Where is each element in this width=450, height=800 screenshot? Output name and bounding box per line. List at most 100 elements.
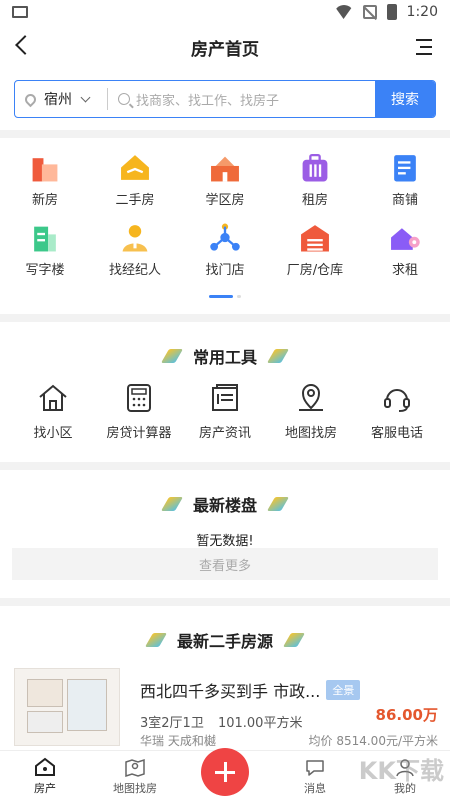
chevron-down-icon — [80, 92, 91, 102]
store-network-icon — [210, 223, 240, 251]
listing-avg-price: 均价 8514.00元/平方米 — [308, 734, 438, 748]
used-listings-card: 最新二手房源 西北四千多买到手 市政... 全景 3室2厅1卫 101.00平方… — [0, 606, 450, 758]
battery-icon — [386, 4, 397, 20]
tools-grid: 找小区 房贷计算器 房产资讯 地图找房 客服电话 — [0, 382, 450, 441]
tool-label: 找小区 — [33, 426, 73, 441]
tool-label: 地图找房 — [284, 426, 337, 441]
category-label: 厂房/仓库 — [286, 263, 344, 278]
watermark: KK下载 — [358, 757, 444, 785]
listing-item[interactable]: 西北四千多买到手 市政... 全景 3室2厅1卫 101.00平方米 86.00… — [14, 668, 444, 758]
category-label: 二手房 — [115, 193, 155, 208]
document-icon — [394, 155, 416, 182]
house-icon — [39, 384, 67, 411]
category-buildings[interactable]: 新房 — [0, 138, 90, 208]
status-bar: 1:20 — [0, 0, 450, 24]
category-agent[interactable]: 找经纪人 — [90, 208, 180, 278]
tools-title: 常用工具 — [192, 348, 257, 367]
brush-decoration-icon — [266, 349, 290, 363]
page-dot — [237, 295, 241, 298]
tool-news[interactable]: 房产资讯 — [182, 382, 268, 441]
search-bar: 宿州 找商家、找工作、找房子 搜索 — [14, 80, 436, 118]
view-more-button[interactable]: 查看更多 — [12, 548, 438, 580]
post-plus-button[interactable] — [201, 748, 249, 796]
map-pin-icon — [299, 384, 323, 411]
category-label: 找门店 — [205, 263, 245, 278]
title-bar: 房产首页 — [0, 24, 450, 70]
agent-icon — [122, 225, 148, 252]
tool-label: 房贷计算器 — [106, 426, 172, 441]
menu-icon[interactable] — [416, 39, 432, 55]
headset-icon — [384, 389, 410, 412]
category-label: 新房 — [31, 193, 58, 208]
city-label: 宿州 — [44, 92, 72, 108]
warehouse-icon — [301, 225, 329, 252]
search-input[interactable]: 找商家、找工作、找房子 — [108, 90, 375, 109]
wifi-icon — [335, 5, 353, 19]
tab-messages[interactable]: 消息 — [270, 751, 360, 800]
panorama-badge: 全景 — [326, 680, 361, 700]
listing-price: 86.00万 — [375, 706, 438, 724]
page-indicator — [0, 295, 450, 298]
new-listings-card: 最新楼盘 暂无数据! 查看更多 — [0, 470, 450, 598]
category-warehouse[interactable]: 厂房/仓库 — [270, 208, 360, 278]
tool-label: 房产资讯 — [198, 426, 251, 441]
search-placeholder: 找商家、找工作、找房子 — [136, 93, 280, 109]
category-house-key[interactable]: 求租 — [360, 208, 450, 278]
tool-headset[interactable]: 客服电话 — [354, 382, 440, 441]
category-label: 商铺 — [391, 193, 418, 208]
category-label: 求租 — [391, 263, 418, 278]
brush-decoration-icon — [266, 497, 290, 511]
buildings-icon — [32, 158, 58, 182]
category-office-building[interactable]: 写字楼 — [0, 208, 90, 278]
home-icon — [35, 757, 55, 776]
location-pin-icon — [22, 91, 39, 107]
search-icon — [118, 93, 130, 105]
page-dot-active — [209, 295, 233, 298]
office-building-icon — [34, 226, 56, 252]
listing-area: 101.00平方米 — [217, 716, 303, 731]
category-label: 租房 — [301, 193, 328, 208]
tab-home[interactable]: 房产 — [0, 751, 90, 800]
tool-calculator[interactable]: 房贷计算器 — [96, 382, 182, 441]
category-label: 学区房 — [205, 193, 245, 208]
tool-house[interactable]: 找小区 — [10, 382, 96, 441]
brush-decoration-icon — [282, 633, 306, 647]
floorplan-thumbnail — [14, 668, 120, 746]
brush-decoration-icon — [144, 633, 168, 647]
listing-layout: 3室2厅1卫 — [140, 716, 204, 731]
category-suitcase[interactable]: 租房 — [270, 138, 360, 208]
hand-house-icon — [121, 155, 149, 180]
house-key-icon — [391, 228, 420, 250]
used-listings-title: 最新二手房源 — [176, 632, 273, 651]
tab-label: 地图找房 — [113, 782, 157, 795]
news-icon — [212, 384, 238, 411]
category-grid: 新房 二手房 学区房 租房 商铺 写字楼 找经纪人 找门店 厂房/仓库 求租 — [0, 138, 450, 278]
bottom-tab-bar: 房产 地图找房 消息 我的 KK下载 — [0, 748, 450, 800]
calculator-icon — [127, 384, 151, 412]
tab-map[interactable]: 地图找房 — [90, 751, 180, 800]
listing-location: 华瑞 天成和樾 — [140, 734, 216, 748]
school-icon — [211, 156, 239, 182]
category-document[interactable]: 商铺 — [360, 138, 450, 208]
tool-map-pin[interactable]: 地图找房 — [268, 382, 354, 441]
suitcase-icon — [302, 153, 328, 182]
image-notification-icon — [12, 6, 28, 18]
search-button[interactable]: 搜索 — [375, 81, 435, 117]
listing-title: 西北四千多买到手 市政... — [140, 682, 321, 701]
map-icon — [125, 758, 145, 777]
brush-decoration-icon — [160, 497, 184, 511]
back-arrow-icon[interactable] — [15, 35, 35, 55]
tool-label: 客服电话 — [370, 426, 423, 441]
category-label: 写字楼 — [25, 263, 65, 278]
new-listings-title: 最新楼盘 — [192, 496, 257, 515]
page-title: 房产首页 — [191, 39, 259, 60]
category-card: 新房 二手房 学区房 租房 商铺 写字楼 找经纪人 找门店 厂房/仓库 求租 — [0, 138, 450, 314]
city-selector[interactable]: 宿州 — [15, 89, 107, 109]
category-label: 找经纪人 — [108, 263, 161, 278]
category-hand-house[interactable]: 二手房 — [90, 138, 180, 208]
category-school[interactable]: 学区房 — [180, 138, 270, 208]
tools-card: 常用工具 找小区 房贷计算器 房产资讯 地图找房 客服电话 — [0, 322, 450, 462]
chat-icon — [306, 760, 324, 776]
tab-label: 消息 — [304, 782, 326, 795]
category-store-network[interactable]: 找门店 — [180, 208, 270, 278]
